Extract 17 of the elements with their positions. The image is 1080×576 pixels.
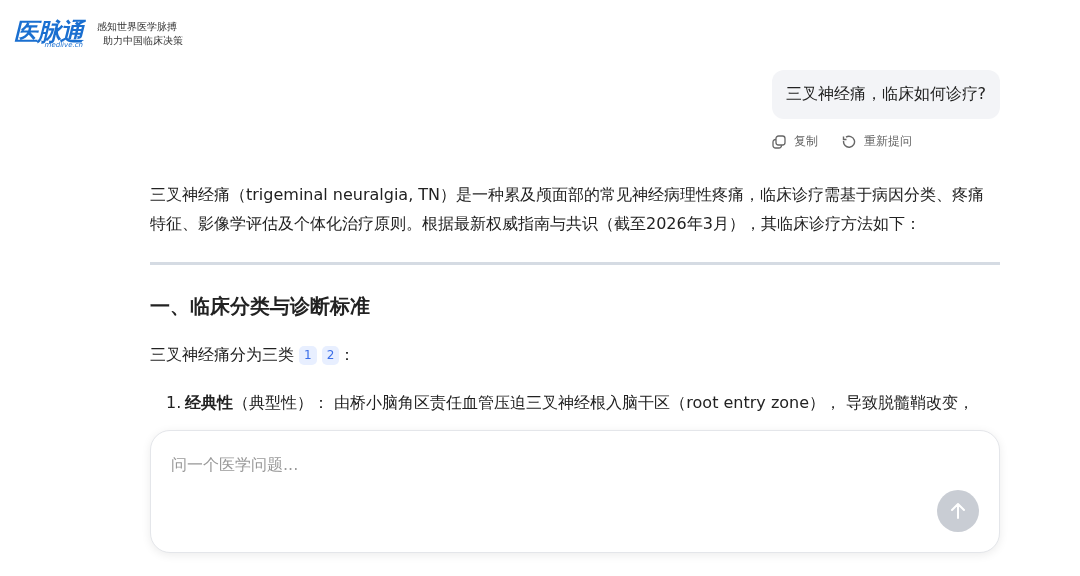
citation-link[interactable]: 1 [299,346,317,365]
answer-text: 三叉神经痛分为三类 [150,345,294,364]
citation-link[interactable]: 2 [321,346,340,365]
list-number: 1. [166,392,182,414]
answer-text: ： [339,345,356,364]
copy-button[interactable]: 复制 [772,133,818,150]
refresh-icon [842,134,856,149]
retry-button[interactable]: 重新提问 [842,133,912,150]
list-item-text: 经典性（典型性）： 由桥小脑角区责任血管压迫三叉神经根入脑干区（root entry zone）， 导致脱髓鞘改变， [185,392,975,414]
copy-icon [772,134,786,149]
question-bubble: 三叉神经痛，临床如何诊疗? [771,70,1000,119]
question-input-field[interactable]: 问一个医学问题... [171,455,771,474]
slogan-text: 助力中国临床决策 [102,34,183,48]
section-heading: 一、临床分类与诊断标准 [150,293,371,320]
slogan-text: 感知世界医学脉搏 [97,20,178,34]
answer-paragraph: 三叉神经痛（trigeminal neuralgia, TN）是一种累及颅面部的常见神经病理性疼痛，临床诊疗需基于病因分类、疼痛特征、影像学评估及个体化治疗原则。根据最新权威指南与共识（截至2026年3月），其临床诊疗方法如下： [150,184,986,235]
arrow-up-icon [950,502,966,520]
